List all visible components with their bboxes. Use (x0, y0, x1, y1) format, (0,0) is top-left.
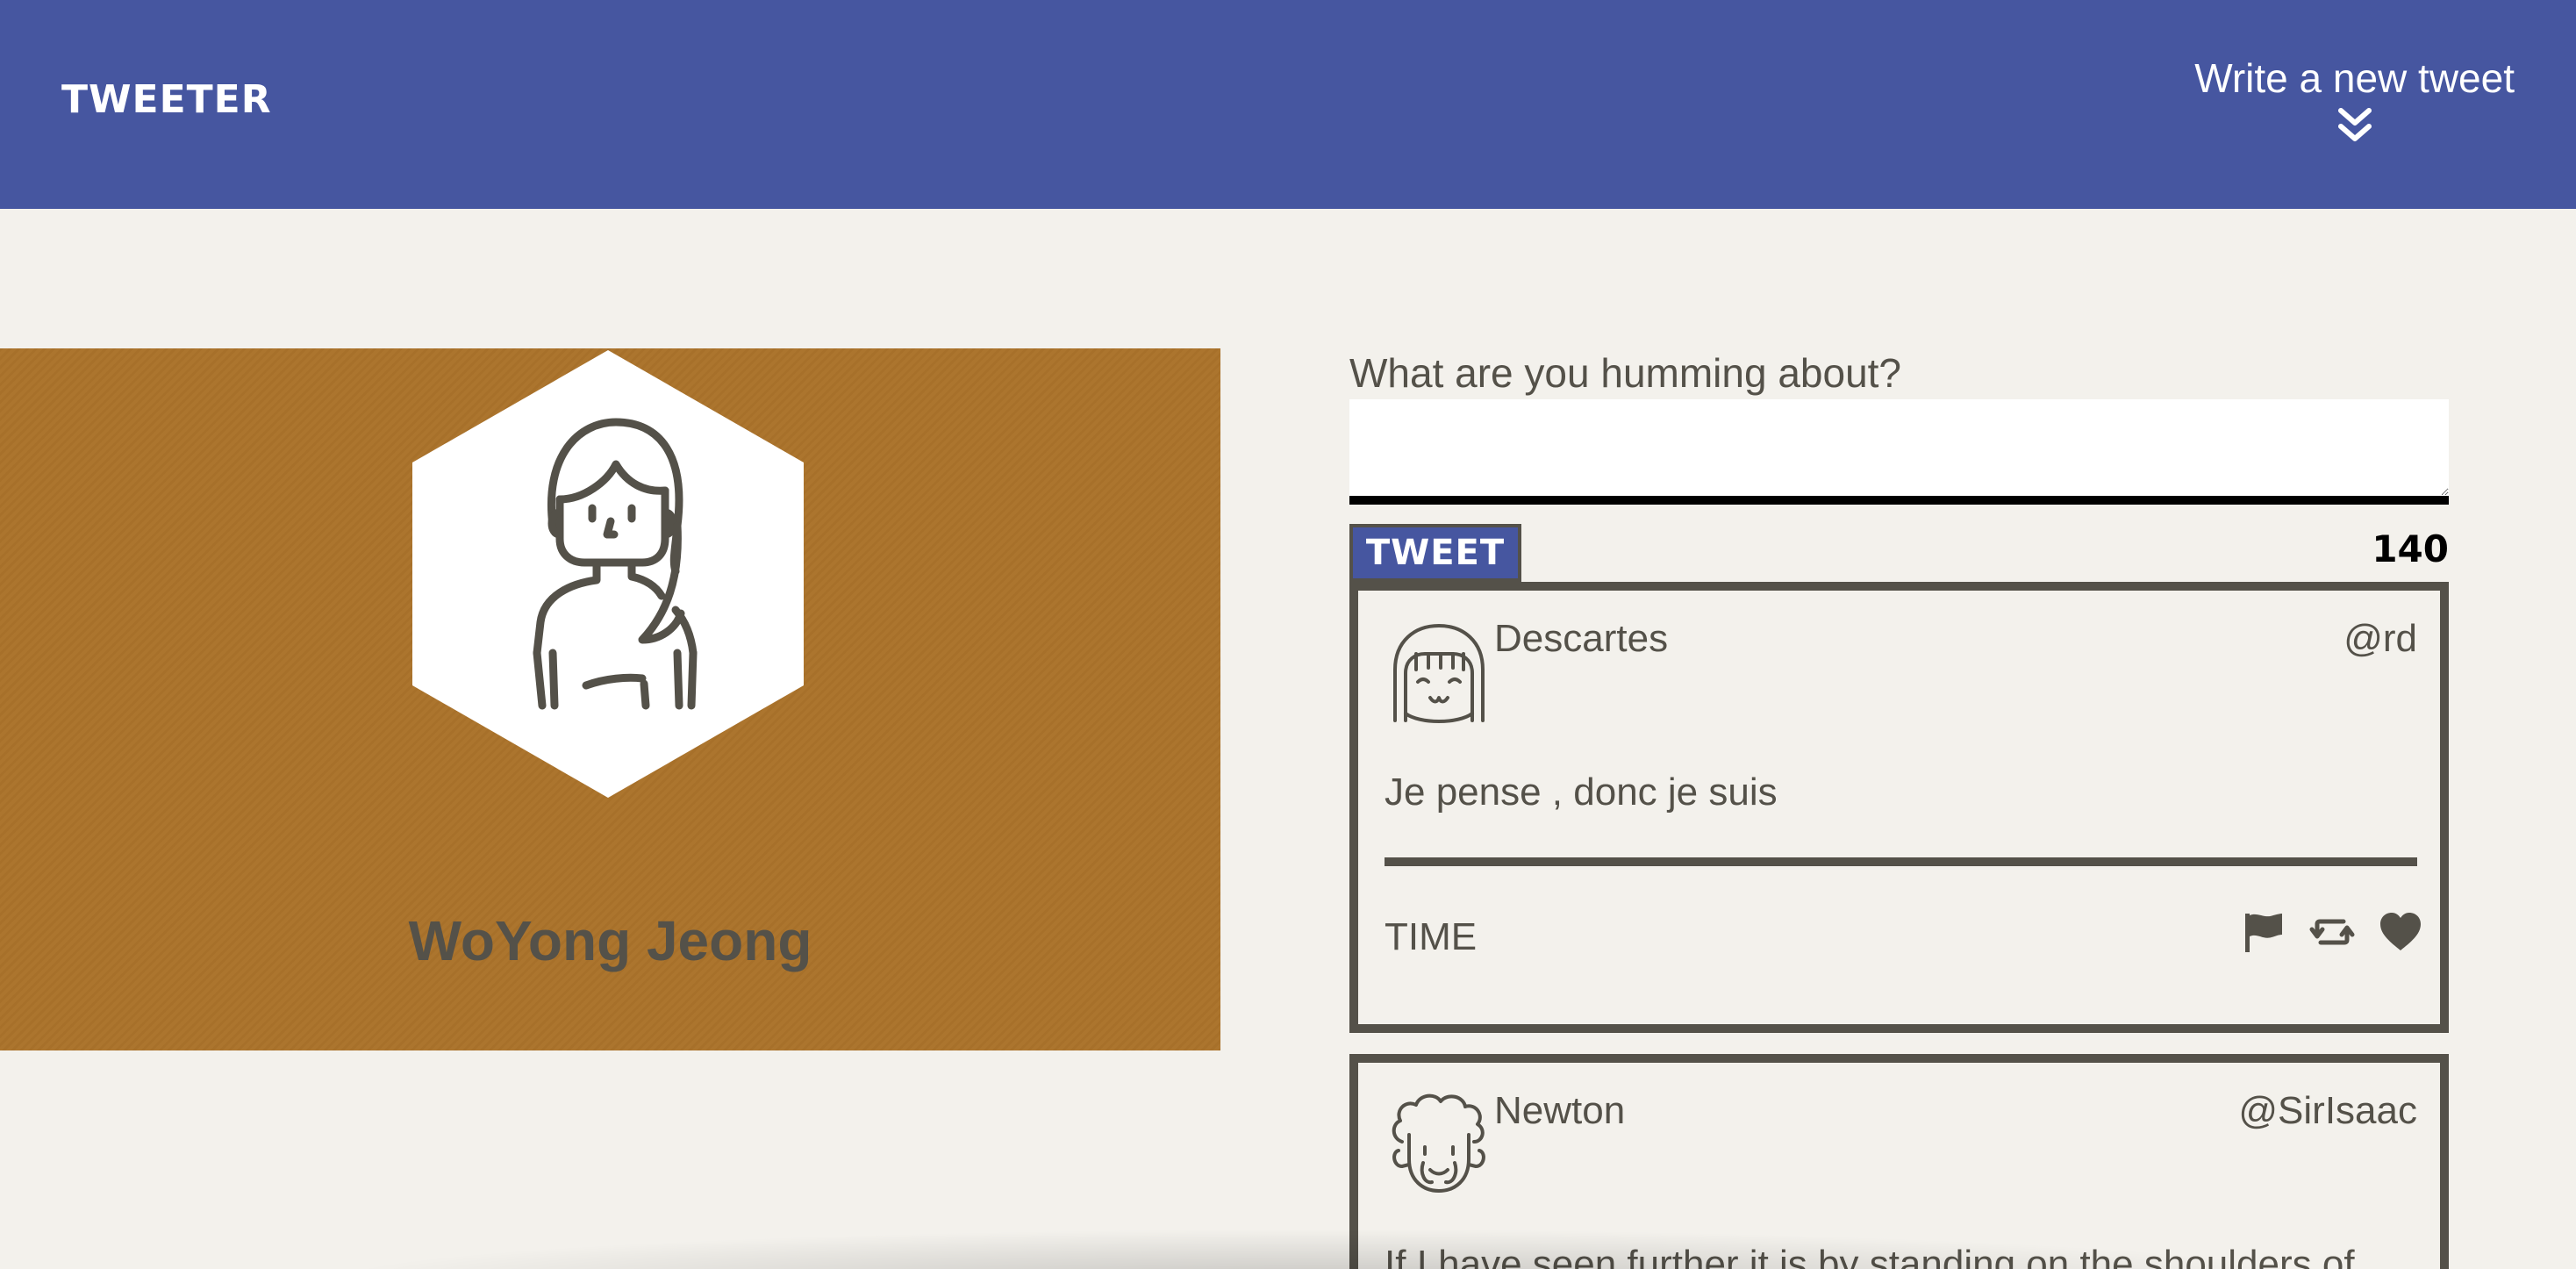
tweet-author-name: Descartes (1494, 617, 1669, 660)
tweet-card: Newton @SirIsaac If I have seen further … (1349, 1054, 2449, 1269)
compose-prompt: What are you humming about? (1349, 350, 1902, 396)
char-counter: 140 (2372, 527, 2449, 570)
retweet-icon[interactable] (2308, 908, 2356, 956)
tweet-author-handle: @SirIsaac (2238, 1089, 2417, 1132)
tweet-actions (2240, 908, 2424, 956)
tweet-textarea[interactable] (1349, 399, 2449, 505)
person-avatar-icon (412, 350, 804, 798)
profile-name: WoYong Jeong (408, 909, 812, 972)
tweet-author-handle: @rd (2343, 617, 2417, 660)
curly-hair-avatar-icon (1392, 1093, 1485, 1193)
tweet-submit-button[interactable]: TWEET (1349, 524, 1521, 582)
compose-actions: TWEET 140 (1349, 524, 2449, 582)
tweet-divider (1385, 857, 2417, 866)
brand-logo[interactable]: TWEETER (61, 77, 272, 122)
top-nav: TWEETER Write a new tweet (0, 0, 2576, 209)
profile-avatar (412, 350, 804, 798)
girl-avatar-icon (1393, 624, 1485, 723)
tweet-body: Je pense , donc je suis (1385, 771, 1778, 814)
flag-icon[interactable] (2240, 908, 2287, 956)
write-new-tweet-label[interactable]: Write a new tweet (2194, 54, 2515, 102)
heart-icon[interactable] (2377, 908, 2424, 956)
tweet-body: If I have seen further it is by standing… (1385, 1243, 2355, 1269)
double-chevron-down-icon[interactable] (2336, 105, 2374, 144)
main-column: What are you humming about? TWEET 140 De… (1349, 348, 2449, 1269)
write-new-tweet-toggle[interactable]: Write a new tweet (2194, 54, 2515, 144)
profile-banner: WoYong Jeong (0, 348, 1220, 1050)
tweet-card: Descartes @rd Je pense , donc je suis TI… (1349, 582, 2449, 1033)
tweet-time: TIME (1385, 915, 1478, 958)
new-tweet-form: What are you humming about? TWEET 140 (1349, 348, 2449, 582)
tweet-author-name: Newton (1494, 1089, 1626, 1132)
